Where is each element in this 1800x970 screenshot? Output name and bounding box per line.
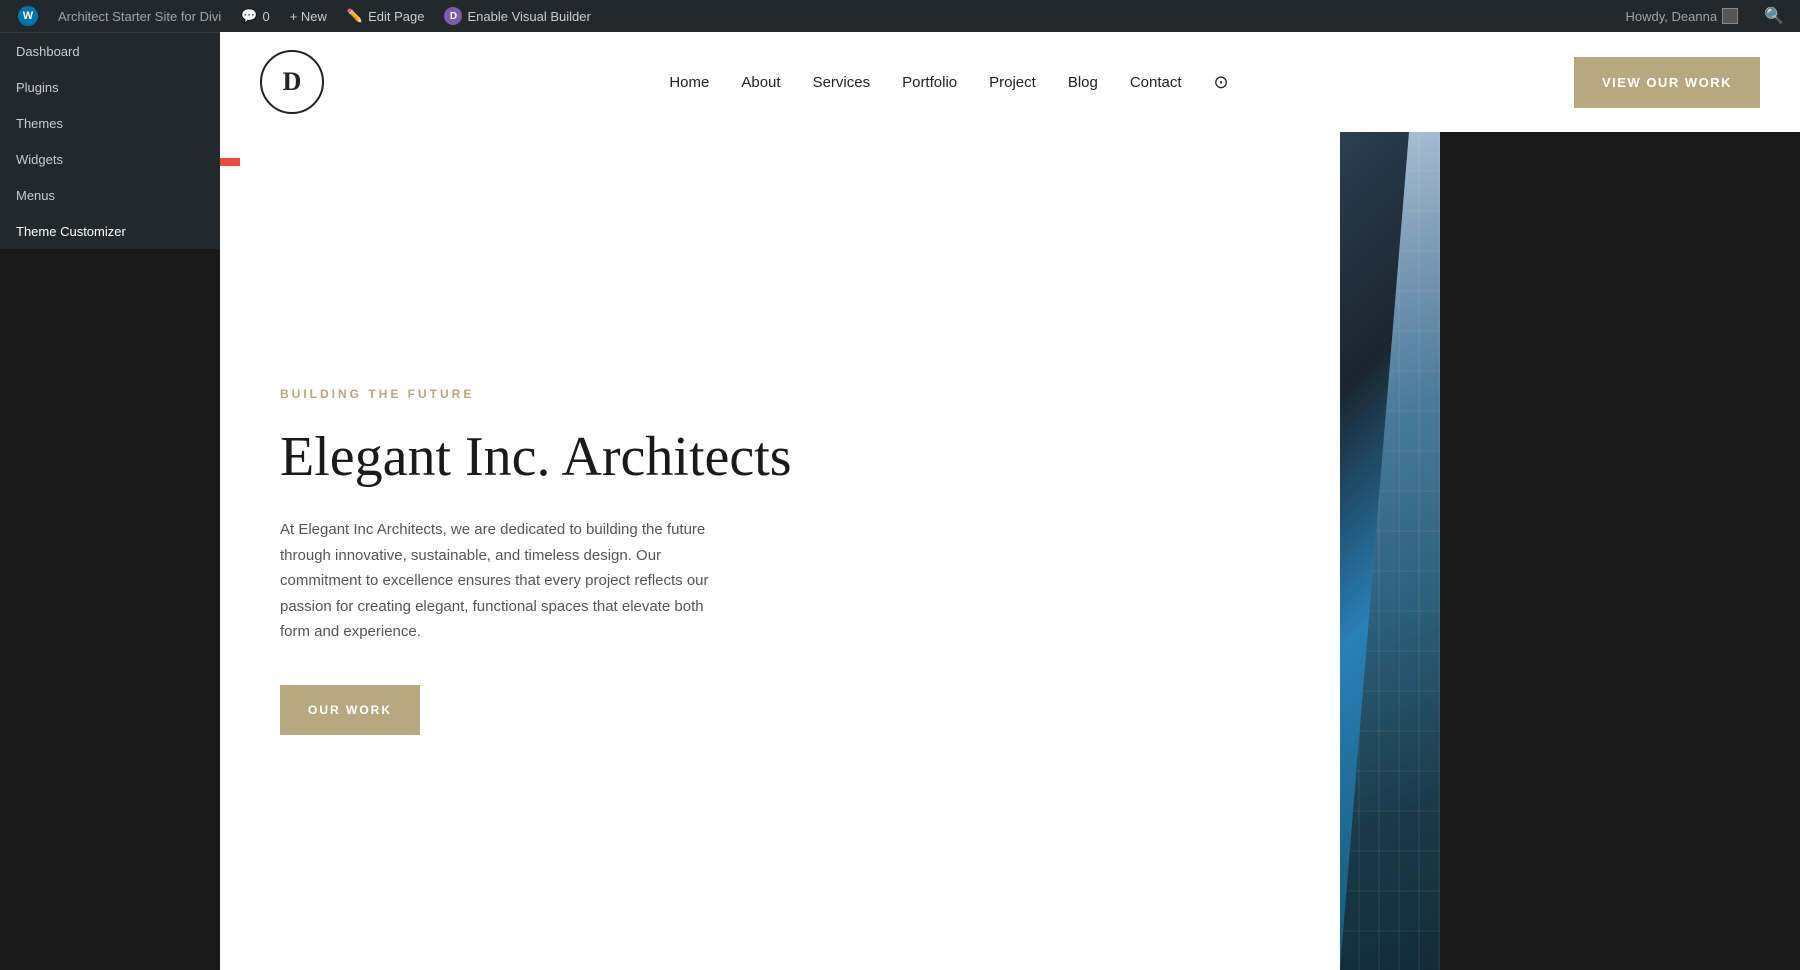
- hero-title: Elegant Inc. Architects: [280, 425, 1280, 489]
- dropdown-widgets[interactable]: Widgets: [0, 141, 220, 177]
- howdy-item[interactable]: Howdy, Deanna: [1616, 0, 1749, 32]
- site-header: D Home About Services Portfolio Project …: [220, 32, 1800, 132]
- building-facade: [1340, 132, 1800, 970]
- site-logo: D: [260, 50, 324, 114]
- admin-search-icon[interactable]: 🔍: [1756, 6, 1792, 26]
- dropdown-menus[interactable]: Menus: [0, 177, 220, 213]
- enable-vb-label: Enable Visual Builder: [467, 9, 590, 24]
- admin-bar: W Architect Starter Site for Divi 💬 0 + …: [0, 0, 1800, 32]
- nav-services[interactable]: Services: [813, 74, 871, 91]
- nav-portfolio[interactable]: Portfolio: [902, 74, 957, 91]
- edit-page-label: Edit Page: [368, 9, 424, 24]
- hero-right: [1340, 132, 1800, 970]
- view-work-label: VIEW OUR WORK: [1602, 75, 1732, 90]
- logo-letter: D: [283, 67, 302, 97]
- our-work-button[interactable]: OUR WORK: [280, 685, 420, 735]
- wp-logo-icon: W: [18, 6, 38, 26]
- dashboard-label: Dashboard: [16, 44, 80, 59]
- widgets-label: Widgets: [16, 152, 63, 167]
- hero-subtitle: BUILDING THE FUTURE: [280, 387, 1280, 401]
- menus-label: Menus: [16, 188, 55, 203]
- user-avatar: [1722, 8, 1738, 24]
- wp-logo-item[interactable]: W: [8, 0, 48, 32]
- howdy-text: Howdy, Deanna: [1626, 9, 1718, 24]
- hero-section: BUILDING THE FUTURE Elegant Inc. Archite…: [220, 132, 1800, 970]
- nav-project[interactable]: Project: [989, 74, 1036, 91]
- hero-left: BUILDING THE FUTURE Elegant Inc. Archite…: [220, 132, 1340, 970]
- our-work-label: OUR WORK: [308, 703, 392, 717]
- site-name-item[interactable]: Architect Starter Site for Divi: [48, 0, 231, 32]
- site-logo-area: D: [260, 50, 324, 114]
- theme-customizer-label: Theme Customizer: [16, 224, 126, 239]
- building-image: [1340, 132, 1800, 970]
- edit-page-item[interactable]: ✏️ Edit Page: [337, 0, 435, 32]
- nav-contact[interactable]: Contact: [1130, 74, 1182, 91]
- comments-item[interactable]: 💬 0: [231, 0, 279, 32]
- dropdown-themes[interactable]: Themes: [0, 105, 220, 141]
- plugins-label: Plugins: [16, 80, 59, 95]
- website-area: D Home About Services Portfolio Project …: [220, 32, 1800, 970]
- comment-count: 0: [262, 9, 269, 24]
- edit-icon: ✏️: [347, 8, 363, 24]
- site-title: Architect Starter Site for Divi: [58, 9, 221, 24]
- appearance-dropdown: Dashboard Plugins Themes Widgets Menus T…: [0, 32, 220, 249]
- new-item[interactable]: + New: [280, 0, 337, 32]
- comment-icon: 💬: [241, 8, 257, 24]
- hero-description: At Elegant Inc Architects, we are dedica…: [280, 517, 720, 645]
- nav-about[interactable]: About: [741, 74, 780, 91]
- dropdown-plugins[interactable]: Plugins: [0, 69, 220, 105]
- new-label: + New: [290, 9, 327, 24]
- nav-search-icon[interactable]: ⊙: [1214, 72, 1229, 93]
- view-work-button[interactable]: VIEW OUR WORK: [1574, 57, 1760, 108]
- enable-vb-item[interactable]: D Enable Visual Builder: [434, 0, 600, 32]
- divi-icon: D: [444, 7, 462, 25]
- nav-blog[interactable]: Blog: [1068, 74, 1098, 91]
- site-nav: Home About Services Portfolio Project Bl…: [669, 72, 1228, 93]
- dropdown-dashboard[interactable]: Dashboard: [0, 33, 220, 69]
- nav-home[interactable]: Home: [669, 74, 709, 91]
- dropdown-theme-customizer[interactable]: Theme Customizer: [0, 213, 220, 249]
- themes-label: Themes: [16, 116, 63, 131]
